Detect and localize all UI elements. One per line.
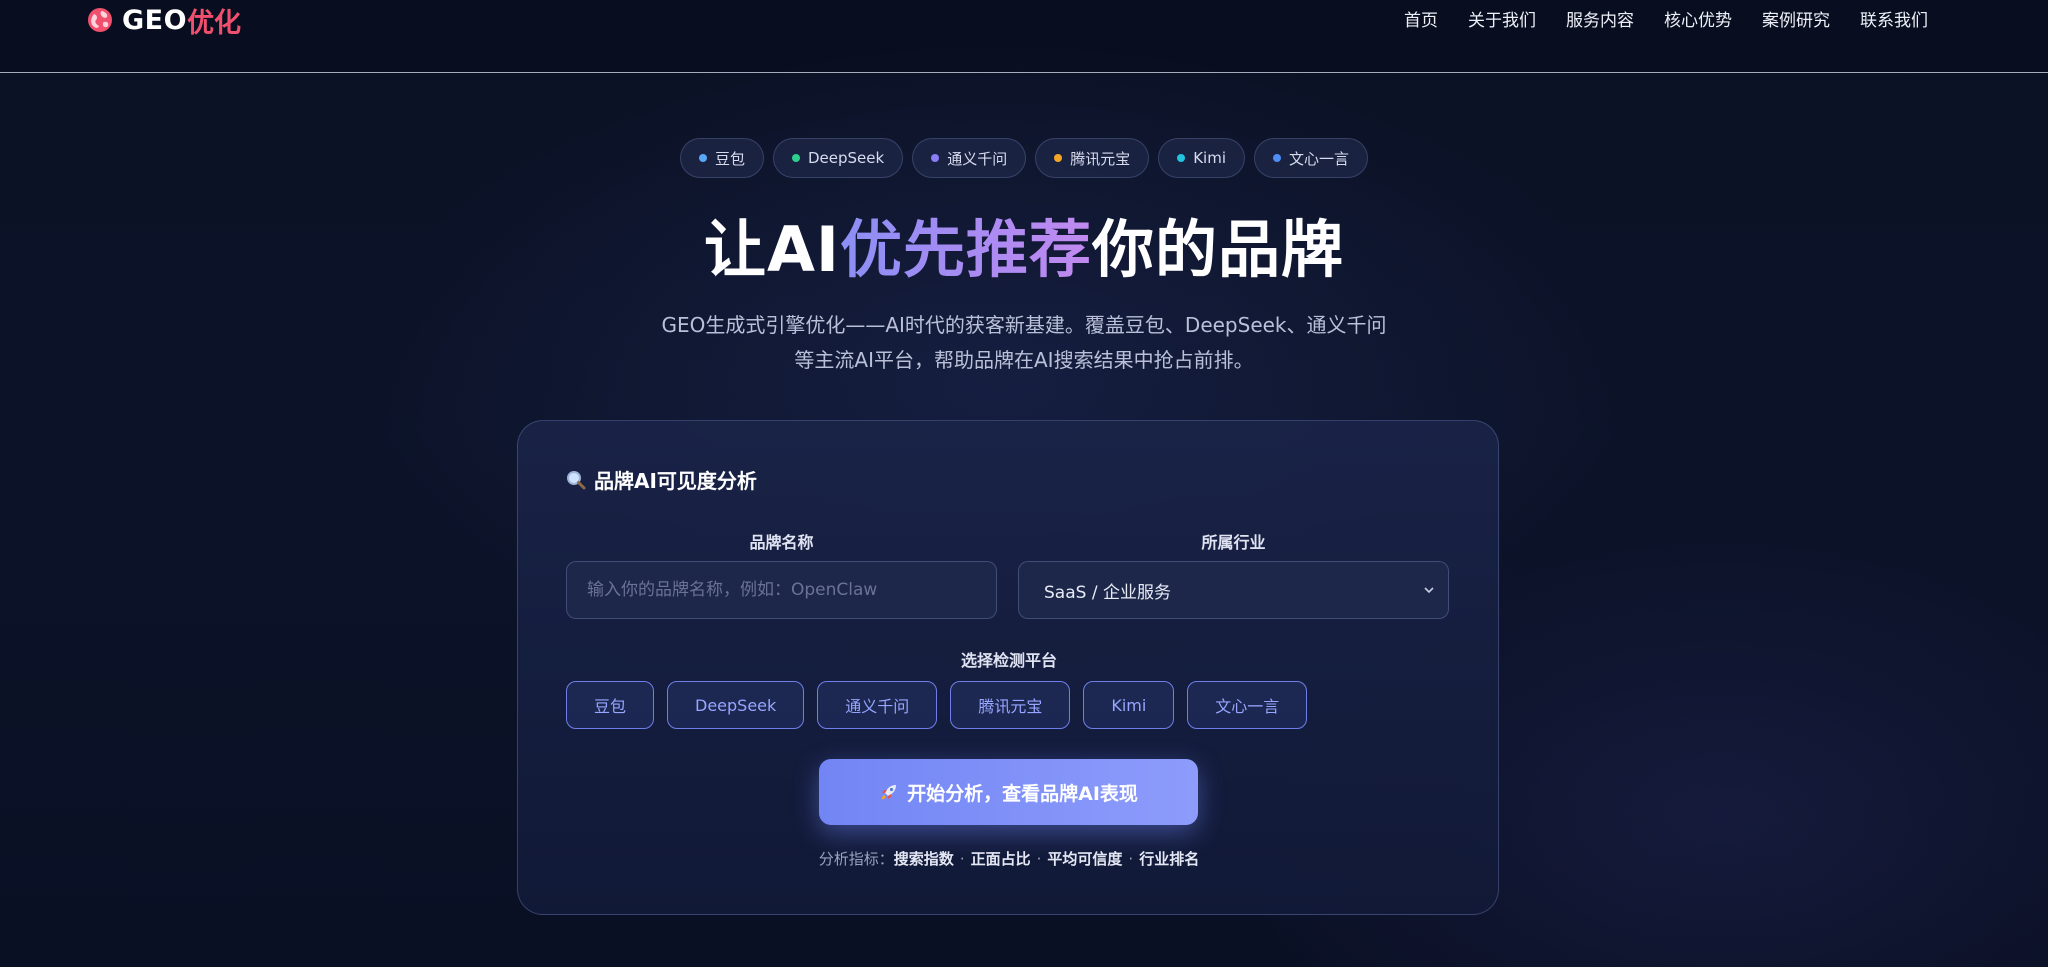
status-dot (791, 154, 800, 162)
nav-services[interactable]: 服务内容 (1566, 6, 1634, 31)
platform-button-deepseek[interactable]: DeepSeek (667, 681, 805, 729)
brand-name-label: 品牌名称 (749, 533, 814, 552)
platform-tag-label: 文心一言 (1289, 149, 1350, 168)
status-dot (1273, 154, 1282, 162)
hero-title-post: 你的品牌 (1092, 213, 1345, 286)
analysis-metrics: 分析指标：搜索指数 · 正面占比 · 平均可信度 · 行业排名 (518, 848, 1500, 869)
hero-subtitle: GEO生成式引擎优化——AI时代的获客新基建。覆盖豆包、DeepSeek、通义千… (661, 313, 1387, 372)
platform-tag-label: 腾讯元宝 (1070, 149, 1131, 168)
magnifier-icon (567, 470, 586, 489)
platform-buttons: 豆包 DeepSeek 通义千问 腾讯元宝 Kimi 文心一言 (566, 681, 1308, 729)
platform-tag-label: 通义千问 (947, 149, 1008, 168)
brand-analysis-card: 品牌AI可见度分析 品牌名称 所属行业 SaaS / 企业服务 选择检测平台 豆… (517, 420, 1499, 915)
platform-tag: 腾讯元宝 (1035, 138, 1150, 178)
metrics-prefix: 分析指标： (818, 850, 894, 868)
platform-button-kimi[interactable]: Kimi (1083, 681, 1175, 729)
status-dot (931, 154, 940, 162)
metric-item: 平均可信度 (1047, 850, 1123, 868)
platform-tags: 豆包 DeepSeek 通义千问 腾讯元宝 Kimi 文心一言 (0, 138, 2048, 178)
top-navbar: GEO 优化 首页 关于我们 服务内容 核心优势 案例研究 联系我们 (0, 0, 2048, 73)
globe-icon (88, 8, 112, 32)
logo[interactable]: GEO 优化 (86, 4, 241, 39)
status-dot (1177, 154, 1186, 162)
nav-contact[interactable]: 联系我们 (1860, 6, 1928, 31)
platform-button-doubao[interactable]: 豆包 (566, 681, 655, 729)
metric-item: 正面占比 (970, 850, 1031, 868)
platform-tag: DeepSeek (772, 138, 904, 178)
platform-button-yuanbao[interactable]: 腾讯元宝 (950, 681, 1071, 729)
platform-select-label: 选择检测平台 (960, 651, 1057, 670)
platform-tag: Kimi (1158, 138, 1246, 178)
start-analysis-label: 开始分析，查看品牌AI表现 (907, 782, 1138, 805)
platform-button-tongyi[interactable]: 通义千问 (817, 681, 938, 729)
industry-select-value: SaaS / 企业服务 (1044, 582, 1171, 603)
separator: · (1036, 850, 1042, 868)
card-title-text: 品牌AI可见度分析 (594, 469, 757, 493)
separator: · (1128, 850, 1134, 868)
logo-accent-text: 优化 (187, 7, 242, 39)
hero-title-highlight: 优先推荐 (840, 213, 1093, 286)
logo-text: GEO (122, 4, 188, 36)
metric-item: 搜索指数 (893, 850, 954, 868)
card-title: 品牌AI可见度分析 (566, 465, 757, 494)
nav-home[interactable]: 首页 (1404, 6, 1438, 31)
chevron-down-icon (1424, 587, 1434, 594)
hero-title: 让AI优先推荐你的品牌 (0, 210, 2048, 290)
nav-about[interactable]: 关于我们 (1468, 6, 1536, 31)
industry-label: 所属行业 (1201, 533, 1266, 552)
nav-advantages[interactable]: 核心优势 (1664, 6, 1732, 31)
status-dot (698, 154, 707, 162)
platform-tag-label: Kimi (1193, 149, 1227, 167)
rocket-icon (881, 785, 897, 800)
nav-cases[interactable]: 案例研究 (1762, 6, 1830, 31)
metric-item: 行业排名 (1139, 850, 1200, 868)
brand-name-input[interactable] (566, 561, 997, 619)
platform-button-wenxin[interactable]: 文心一言 (1187, 681, 1308, 729)
platform-tag: 文心一言 (1254, 138, 1369, 178)
platform-tag: 通义千问 (912, 138, 1027, 178)
platform-tag: 豆包 (679, 138, 764, 178)
separator: · (959, 850, 965, 868)
platform-tag-label: 豆包 (714, 149, 745, 168)
start-analysis-button[interactable]: 开始分析，查看品牌AI表现 (819, 759, 1198, 825)
platform-tag-label: DeepSeek (807, 149, 885, 167)
hero-title-pre: 让AI (703, 213, 841, 286)
status-dot (1054, 154, 1063, 162)
nav-links: 首页 关于我们 服务内容 核心优势 案例研究 联系我们 (1404, 6, 1928, 31)
industry-select[interactable]: SaaS / 企业服务 (1018, 561, 1449, 619)
